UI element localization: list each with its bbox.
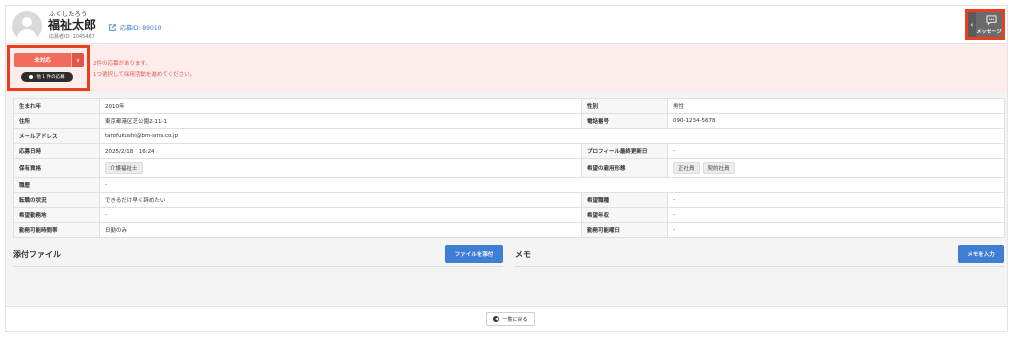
table-row: 応募日時 2025/2/18 16:24 プロフィール最終更新日 - [13, 143, 1005, 159]
memo-title: メモ [515, 250, 531, 259]
table-row: 転職の状況 できるだけ早く辞めたい 希望職種 - [13, 192, 1005, 208]
avatar-body [17, 29, 37, 41]
back-to-list-label: 一覧に戻る [502, 316, 528, 323]
job-change-label: 転職の状況 [13, 192, 100, 208]
email-label: メールアドレス [13, 128, 100, 144]
other-applications-label: 他 1 件の応募 [36, 75, 65, 80]
applicant-detail-panel: ふくしたろう 福祉太郎 応募者ID: 1045487 応募ID: 89010 ‹… [5, 5, 1008, 332]
desired-job-value: - [667, 192, 1005, 208]
table-row: 保有資格 介護福祉士 希望の雇用形態 正社員 契約社員 [13, 158, 1005, 178]
footer-bar: ◀ 一覧に戻る [6, 306, 1007, 331]
external-link-icon [109, 24, 116, 31]
dot-icon [29, 75, 34, 79]
career-label: 職歴 [13, 177, 100, 193]
desired-job-label: 希望職種 [581, 192, 668, 208]
ad-id-link[interactable]: 応募ID: 89010 [109, 23, 161, 32]
applicant-name: 福祉太郎 [48, 18, 97, 32]
work-hours-value: 日勤のみ [99, 222, 582, 238]
enter-memo-button[interactable]: メモを入力 [958, 245, 1004, 263]
message-button[interactable]: ‹ メッセージ [965, 9, 1005, 40]
status-select[interactable]: 未対応 ∨ [14, 53, 84, 67]
career-value: - [99, 177, 1005, 193]
work-days-label: 勤務可能曜日 [581, 222, 668, 238]
ad-id-label: 応募ID: 89010 [120, 25, 162, 32]
address-value: 東京都港区芝公園2-11-1 [99, 113, 582, 129]
desired-income-label: 希望年収 [581, 207, 668, 223]
table-row: メールアドレス tarofukushi@bm-sms.co.jp [13, 128, 1005, 144]
address-label: 住所 [13, 113, 100, 129]
avatar [12, 11, 42, 41]
qualification-label: 保有資格 [13, 158, 100, 178]
employment-type-label: 希望の雇用形態 [581, 158, 668, 178]
employment-chip: 契約社員 [702, 162, 735, 174]
table-row: 住所 東京都港区芝公園2-11-1 電話番号 090-1234-5678 [13, 113, 1005, 129]
table-row: 勤務可能時間帯 日勤のみ 勤務可能曜日 - [13, 222, 1005, 238]
employment-type-value: 正社員 契約社員 [667, 158, 1005, 178]
desired-location-label: 希望勤務地 [13, 207, 100, 223]
gender-label: 性別 [581, 98, 668, 114]
table-row: 生まれ年 2010年 性別 男性 [13, 98, 1005, 114]
table-row: 希望勤務地 - 希望年収 - [13, 207, 1005, 223]
applicant-header: ふくしたろう 福祉太郎 応募者ID: 1045487 応募ID: 89010 ‹… [6, 6, 1007, 44]
message-button-label: メッセージ [976, 29, 1002, 35]
attach-file-button[interactable]: ファイルを添付 [445, 245, 503, 263]
qualification-chip: 介護福祉士 [105, 162, 143, 174]
birth-year-label: 生まれ年 [13, 98, 100, 114]
attachments-title: 添付ファイル [13, 250, 61, 259]
desired-location-value: - [99, 207, 582, 223]
attachments-divider [13, 266, 503, 267]
qualification-value: 介護福祉士 [99, 158, 582, 178]
chat-bubble-icon [986, 15, 997, 25]
gender-value: 男性 [667, 98, 1005, 114]
status-select-value[interactable]: 未対応 [14, 53, 71, 67]
desired-income-value: - [667, 207, 1005, 223]
memo-divider [515, 266, 1004, 267]
applied-at-value: 2025/2/18 16:24 [99, 143, 582, 159]
job-change-value: できるだけ早く辞めたい [99, 192, 582, 208]
birth-year-value: 2010年 [99, 98, 582, 114]
status-band: 未対応 ∨ 他 1 件の応募 2件の応募があります。 1つ選択して採用活動を進め… [6, 44, 1007, 92]
back-to-list-button[interactable]: ◀ 一覧に戻る [486, 312, 535, 326]
status-highlight-box: 未対応 ∨ 他 1 件の応募 [7, 45, 90, 91]
email-value: tarofukushi@bm-sms.co.jp [99, 128, 1005, 144]
table-row: 職歴 - [13, 177, 1005, 193]
avatar-head [22, 17, 32, 27]
applied-at-label: 応募日時 [13, 143, 100, 159]
work-days-value: - [667, 222, 1005, 238]
employment-chip: 正社員 [673, 162, 700, 174]
phone-label: 電話番号 [581, 113, 668, 129]
back-arrow-icon: ◀ [493, 316, 500, 322]
profile-table: 生まれ年 2010年 性別 男性 住所 東京都港区芝公園2-11-1 電話番号 … [13, 98, 1005, 238]
other-applications-button[interactable]: 他 1 件の応募 [21, 72, 73, 82]
phone-value: 090-1234-5678 [667, 113, 1005, 129]
chevron-down-icon[interactable]: ∨ [71, 53, 84, 67]
collapse-chevron-icon[interactable]: ‹ [968, 12, 976, 37]
profile-updated-value: - [667, 143, 1005, 159]
alert-message-line1: 2件の応募があります。 [93, 61, 151, 67]
work-hours-label: 勤務可能時間帯 [13, 222, 100, 238]
profile-updated-label: プロフィール最終更新日 [581, 143, 668, 159]
alert-message-line2: 1つ選択して採用活動を進めてください。 [93, 72, 196, 78]
applicant-id: 応募者ID: 1045487 [49, 34, 95, 40]
